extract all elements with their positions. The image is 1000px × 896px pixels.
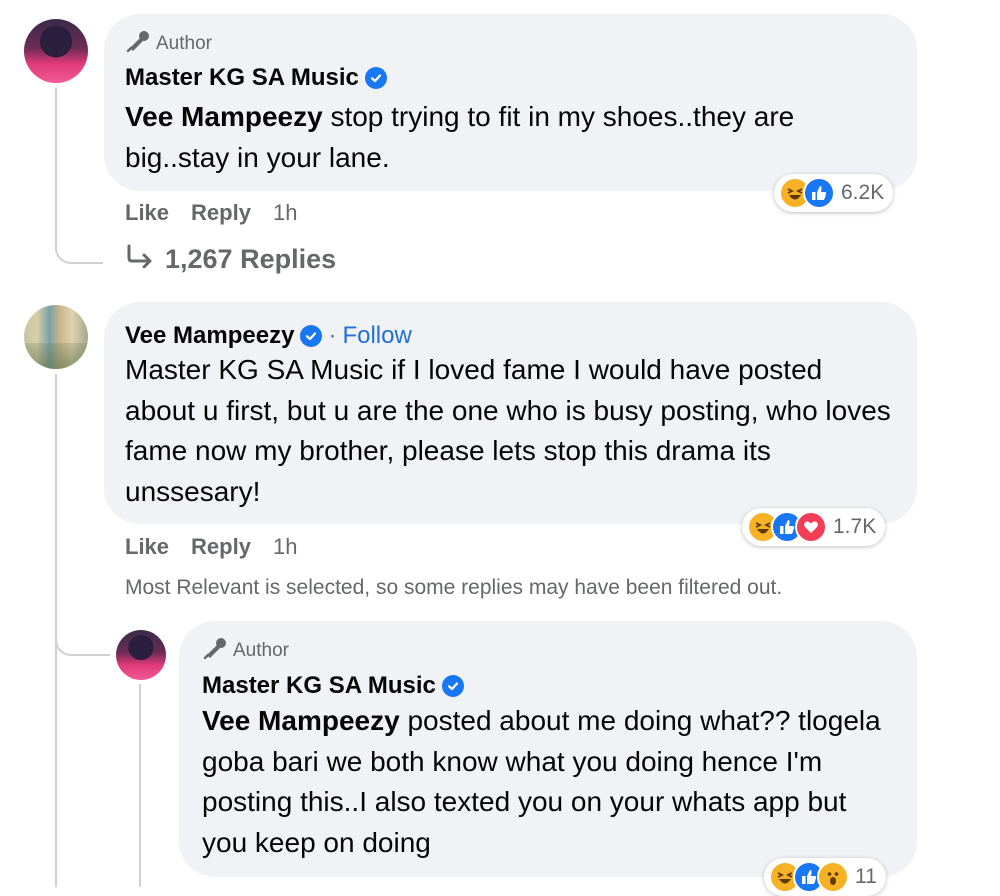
comment-author[interactable]: Master KG SA Music — [125, 64, 387, 92]
author-name[interactable]: Master KG SA Music — [202, 672, 436, 700]
reaction-summary[interactable]: 6.2K — [774, 174, 894, 212]
author-badge: Author — [203, 637, 289, 665]
mention-link[interactable]: Vee Mampeezy — [125, 101, 323, 132]
comment-text: Vee Mampeezy posted about me doing what?… — [202, 701, 882, 863]
follow-button[interactable]: Follow — [342, 322, 411, 350]
comment-text: Master KG SA Music if I loved fame I wou… — [125, 350, 895, 512]
comment-author[interactable]: Vee Mampeezy · Follow — [125, 322, 412, 350]
wow-icon — [817, 861, 849, 893]
mention-link[interactable]: Vee Mampeezy — [202, 705, 400, 736]
thread-line — [55, 88, 57, 246]
timestamp[interactable]: 1h — [273, 200, 297, 226]
comment-text: Vee Mampeezy stop trying to fit in my sh… — [125, 97, 895, 178]
reaction-count: 6.2K — [841, 181, 885, 204]
avatar[interactable] — [24, 305, 88, 369]
verified-badge-icon — [441, 675, 464, 697]
avatar[interactable] — [116, 630, 166, 680]
author-label: Author — [233, 640, 289, 661]
timestamp[interactable]: 1h — [273, 534, 297, 560]
replies-count-label[interactable]: 1,267 Replies — [165, 244, 336, 275]
reply-arrow-icon — [125, 244, 155, 275]
reaction-summary[interactable]: 1.7K — [742, 508, 886, 546]
love-icon — [795, 511, 827, 543]
thread-line — [55, 374, 57, 887]
verified-badge-icon — [364, 67, 387, 89]
author-name[interactable]: Vee Mampeezy — [125, 322, 294, 350]
author-label: Author — [156, 33, 212, 54]
comment-actions: Like Reply 1h — [125, 200, 297, 226]
reaction-count: 11 — [855, 865, 877, 888]
comment-author[interactable]: Master KG SA Music — [202, 672, 464, 700]
separator-dot: · — [328, 322, 337, 349]
like-button[interactable]: Like — [125, 534, 169, 560]
filter-notice: Most Relevant is selected, so some repli… — [125, 576, 783, 599]
reaction-summary[interactable]: 11 — [764, 858, 886, 896]
reaction-count: 1.7K — [833, 515, 877, 538]
thread-line — [139, 684, 141, 887]
reply-button[interactable]: Reply — [191, 534, 251, 560]
microphone-icon — [203, 637, 227, 665]
microphone-icon — [126, 30, 150, 58]
reply-button[interactable]: Reply — [191, 200, 251, 226]
author-badge: Author — [126, 30, 212, 58]
verified-badge-icon — [300, 325, 323, 347]
thread-line-curve — [55, 632, 110, 656]
avatar[interactable] — [24, 19, 88, 83]
view-replies-link[interactable]: 1,267 Replies — [125, 244, 336, 275]
comment-actions: Like Reply 1h — [125, 534, 297, 560]
author-name[interactable]: Master KG SA Music — [125, 64, 359, 92]
comment-body: Master KG SA Music if I loved fame I wou… — [125, 354, 891, 507]
like-button[interactable]: Like — [125, 200, 169, 226]
like-icon — [803, 177, 835, 209]
thread-line-curve — [55, 244, 103, 264]
